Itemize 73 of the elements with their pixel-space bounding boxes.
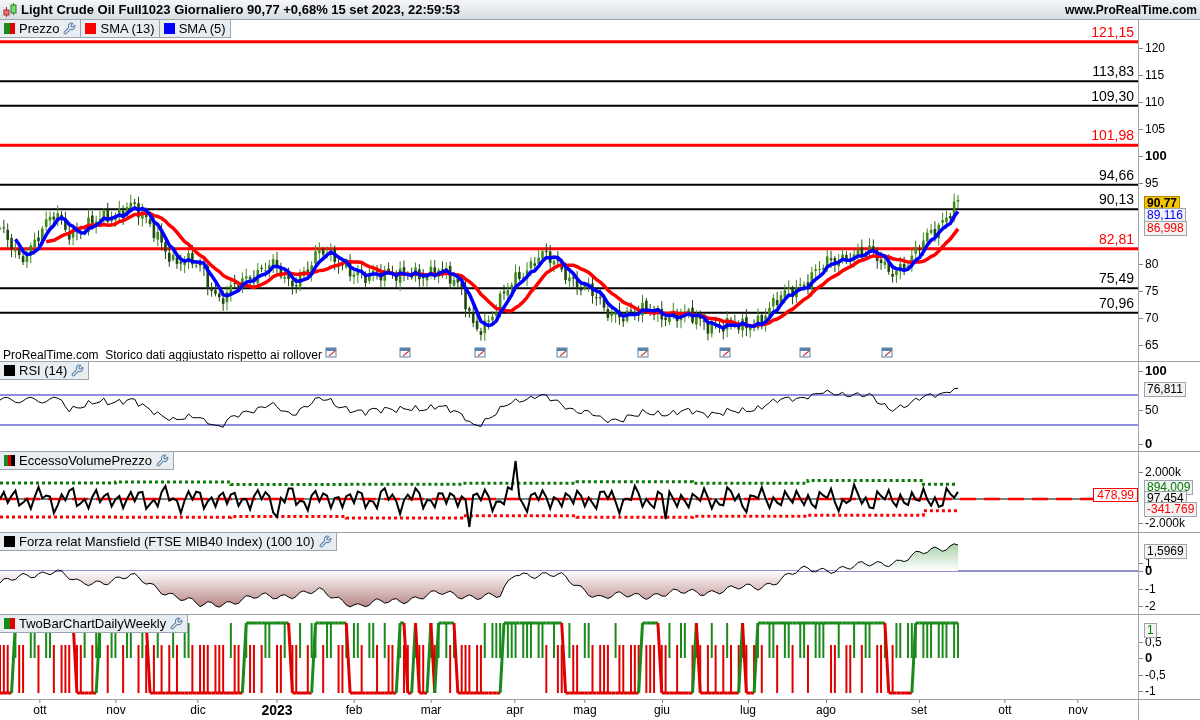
settings-icon[interactable] — [71, 364, 85, 377]
calendar-icon — [474, 347, 486, 358]
axis-label: set — [911, 703, 927, 717]
level-tag: 478,99 — [1093, 488, 1138, 502]
axis-label: 0 — [1145, 651, 1153, 665]
axis-label: 75 — [1145, 284, 1159, 298]
settings-icon[interactable] — [63, 22, 77, 35]
value-tag: -341.769 — [1144, 502, 1198, 517]
indicator-label[interactable]: RSI (14) — [0, 362, 90, 380]
settings-icon[interactable] — [155, 454, 169, 467]
level-label: 113,83 — [1092, 63, 1134, 80]
calendar-icon — [556, 347, 568, 358]
window-title: Light Crude Oil Full1023 Giornaliero 90,77 +0,68% 15 set 2023, 22:59:53 — [21, 0, 460, 19]
level-label: 109,30 — [1091, 87, 1134, 104]
calendar-icon — [719, 347, 731, 358]
candlestick-icon — [3, 1, 17, 18]
value-tag: 1,5969 — [1144, 544, 1187, 559]
axis-label: apr — [506, 703, 524, 717]
settings-icon[interactable] — [318, 535, 332, 548]
axis-label: 115 — [1145, 68, 1165, 82]
indicator-label[interactable]: SMA (13) — [81, 20, 160, 38]
level-label: 94,66 — [1098, 166, 1134, 183]
calendar-icon — [637, 347, 649, 358]
axis-label: mar — [420, 703, 442, 717]
level-label: 75,49 — [1098, 270, 1134, 287]
axis-label: -2.000k — [1145, 516, 1186, 530]
indicator-label[interactable]: TwoBarChartDailyWeekly — [0, 615, 189, 633]
axis-label: nov — [106, 703, 126, 717]
axis-label: ago — [816, 703, 836, 717]
level-label: 90,13 — [1098, 191, 1134, 208]
axis-label: giu — [654, 703, 670, 717]
level-label: 121,15 — [1091, 23, 1134, 40]
indicator-label[interactable]: Prezzo — [0, 20, 82, 38]
axis-label: 110 — [1145, 95, 1165, 109]
axis-label: mag — [573, 703, 597, 717]
settings-icon[interactable] — [170, 617, 184, 630]
axis-label: 2023 — [261, 703, 293, 717]
calendar-icon — [881, 347, 893, 358]
calendar-icon — [399, 347, 411, 358]
axis-label: 105 — [1145, 122, 1166, 136]
indicator-label[interactable]: EccessoVolumePrezzo — [0, 452, 174, 470]
axis-label: 100 — [1145, 364, 1167, 378]
axis-label: lug — [740, 703, 756, 717]
value-tag: 76,811 — [1144, 382, 1186, 397]
data-note: ProRealTime.com Storico dati aggiustato rispetto ai rollover — [3, 348, 323, 361]
axis-label: ott — [998, 703, 1012, 717]
level-label: 101,98 — [1091, 127, 1134, 144]
axis-label: -2 — [1145, 599, 1156, 613]
value-tag: 86,998 — [1144, 221, 1187, 236]
website-label: www.ProRealTime.com — [1064, 1, 1197, 19]
axis-label: ott — [33, 703, 47, 717]
axis-label: nov — [1068, 703, 1088, 717]
axis-label: 95 — [1145, 176, 1159, 190]
value-tag: 1 — [1144, 623, 1157, 638]
calendar-icon — [799, 347, 811, 358]
axis-label: feb — [345, 703, 363, 717]
axis-label: -1 — [1145, 684, 1156, 698]
calendar-icon — [325, 347, 337, 358]
indicator-label[interactable]: SMA (5) — [159, 20, 231, 38]
level-label: 82,81 — [1098, 230, 1134, 247]
axis-label: 120 — [1145, 41, 1166, 55]
axis-label: 70 — [1145, 311, 1159, 325]
axis-label: dic — [190, 703, 206, 717]
axis-label: 100 — [1145, 149, 1167, 163]
level-label: 70,96 — [1098, 294, 1134, 311]
axis-label: 80 — [1145, 257, 1159, 271]
axis-label: 0 — [1145, 437, 1153, 451]
axis-label: 2.000k — [1145, 465, 1182, 479]
axis-label: -1 — [1145, 582, 1156, 596]
axis-label: 65 — [1145, 338, 1159, 352]
axis-label: 50 — [1145, 403, 1159, 417]
axis-label: -0,5 — [1145, 668, 1166, 682]
indicator-label[interactable]: Forza relat Mansfield (FTSE MIB40 Index) (100 10) — [0, 533, 337, 551]
